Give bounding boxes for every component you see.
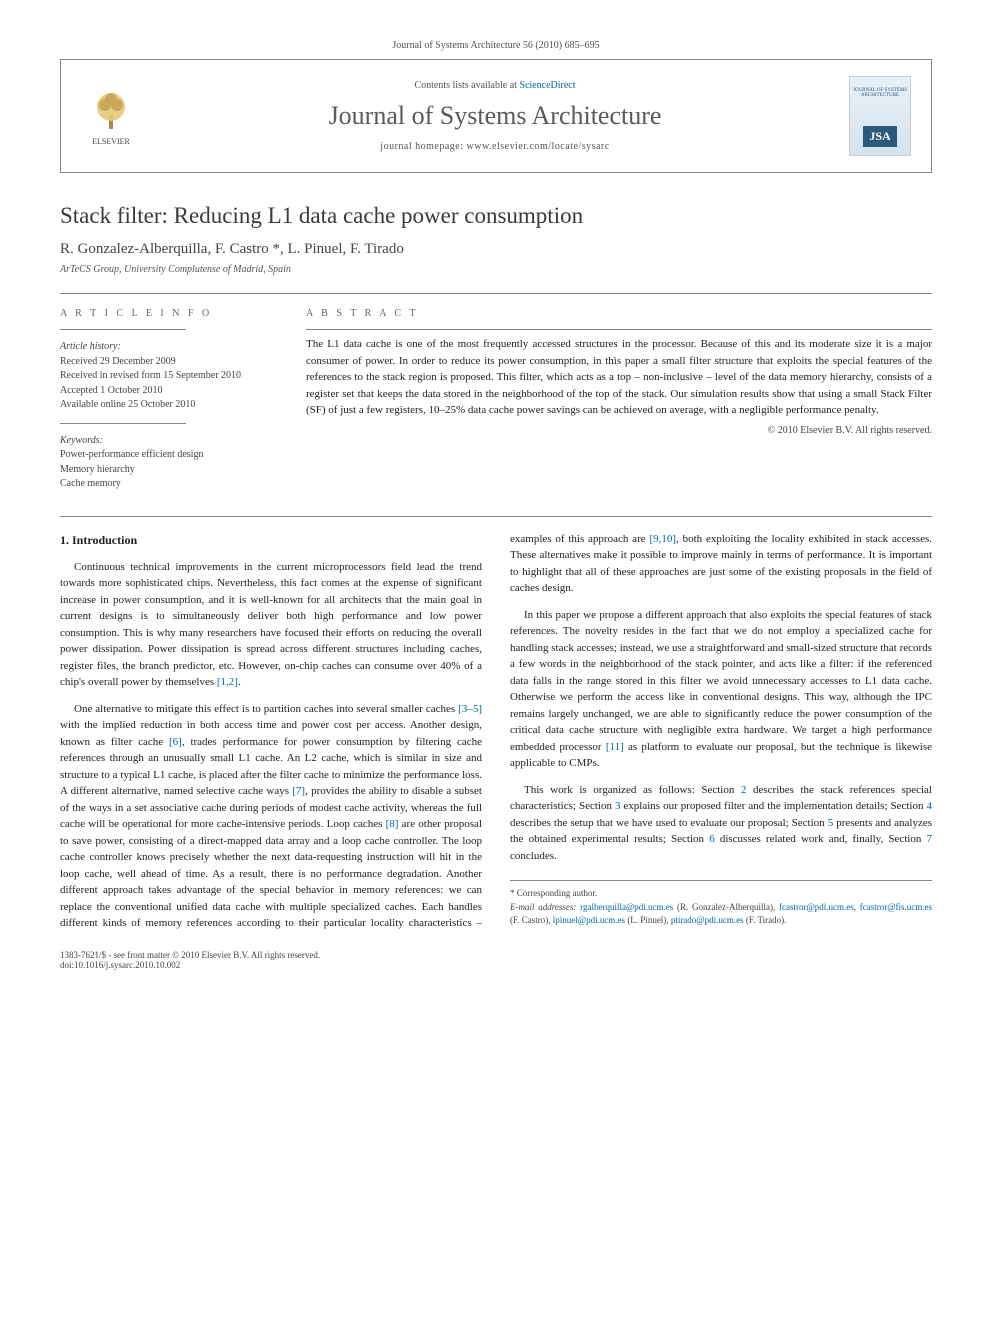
elsevier-logo: ELSEVIER — [81, 86, 141, 146]
text-run: One alternative to mitigate this effect … — [74, 703, 458, 715]
ref-link[interactable]: [7] — [292, 785, 305, 797]
ref-link[interactable]: [1,2] — [217, 676, 238, 688]
section-ref-link[interactable]: 7 — [927, 833, 933, 845]
section-ref-link[interactable]: 4 — [926, 800, 932, 812]
front-matter-line: 1383-7621/$ - see front matter © 2010 El… — [60, 950, 932, 960]
keyword: Power-performance efficient design — [60, 448, 270, 463]
text-run: This work is organized as follows: Secti… — [524, 784, 741, 796]
doi-line: doi:10.1016/j.sysarc.2010.10.002 — [60, 960, 932, 970]
divider — [60, 293, 932, 294]
section-heading: 1. Introduction — [60, 531, 482, 549]
abstract-heading: A B S T R A C T — [306, 308, 932, 319]
abstract-text: The L1 data cache is one of the most fre… — [306, 336, 932, 419]
email-addresses: E-mail addresses: rgalberquilla@pdi.ucm.… — [510, 901, 932, 928]
journal-cover-thumb: JOURNAL OF SYSTEMS ARCHITECTURE JSA — [849, 76, 911, 156]
corresponding-author: * Corresponding author. — [510, 887, 932, 901]
homepage-prefix: journal homepage: — [380, 141, 466, 152]
journal-title: Journal of Systems Architecture — [161, 101, 829, 131]
ref-link[interactable]: [3–5] — [458, 703, 482, 715]
thumb-badge: JSA — [863, 126, 896, 147]
email-label: E-mail addresses: — [510, 902, 576, 912]
paragraph: This work is organized as follows: Secti… — [510, 782, 932, 865]
keyword: Cache memory — [60, 477, 270, 492]
text-run: discusses related work and, finally, Sec… — [715, 833, 927, 845]
abstract-copyright: © 2010 Elsevier B.V. All rights reserved… — [306, 425, 932, 436]
ref-link[interactable]: [8] — [386, 818, 399, 830]
elsevier-label: ELSEVIER — [92, 137, 130, 146]
paragraph: Continuous technical improvements in the… — [60, 559, 482, 691]
article-info: A R T I C L E I N F O Article history: R… — [60, 308, 270, 492]
text-run: explains our proposed filter and the imp… — [620, 800, 926, 812]
email-link[interactable]: fcastror@fis.ucm.es — [860, 902, 932, 912]
ref-link[interactable]: [11] — [606, 741, 624, 753]
email-link[interactable]: ptirado@pdi.ucm.es — [671, 915, 744, 925]
homepage-url: www.elsevier.com/locate/sysarc — [467, 141, 610, 152]
contents-line: Contents lists available at ScienceDirec… — [161, 80, 829, 91]
email-link[interactable]: rgalberquilla@pdi.ucm.es — [580, 902, 673, 912]
text-run: Continuous technical improvements in the… — [60, 561, 482, 689]
ref-link[interactable]: [6] — [169, 736, 182, 748]
text-run: concludes. — [510, 850, 557, 862]
history-line: Available online 25 October 2010 — [60, 398, 270, 413]
abstract-column: A B S T R A C T The L1 data cache is one… — [306, 308, 932, 492]
keywords-label: Keywords: — [60, 434, 270, 449]
sciencedirect-link[interactable]: ScienceDirect — [519, 80, 575, 91]
text-run: In this paper we propose a different app… — [510, 609, 932, 753]
journal-homepage: journal homepage: www.elsevier.com/locat… — [161, 141, 829, 152]
elsevier-tree-icon — [87, 87, 135, 135]
paper-title: Stack filter: Reducing L1 data cache pow… — [60, 203, 932, 229]
divider — [60, 516, 932, 517]
text-run: . — [238, 676, 241, 688]
divider — [60, 423, 186, 424]
divider — [306, 329, 932, 330]
author-list: R. Gonzalez-Alberquilla, F. Castro *, L.… — [60, 241, 932, 258]
footnote-block: * Corresponding author. E-mail addresses… — [510, 880, 932, 928]
journal-header: ELSEVIER Contents lists available at Sci… — [60, 59, 932, 173]
ref-link[interactable]: [9,10] — [649, 533, 676, 545]
divider — [60, 329, 186, 330]
top-citation: Journal of Systems Architecture 56 (2010… — [60, 40, 932, 51]
history-label: Article history: — [60, 340, 270, 355]
keyword: Memory hierarchy — [60, 463, 270, 478]
contents-prefix: Contents lists available at — [414, 80, 519, 91]
history-line: Received 29 December 2009 — [60, 355, 270, 370]
text-run: describes the setup that we have used to… — [510, 817, 828, 829]
email-link[interactable]: lpinuel@pdi.ucm.es — [553, 915, 625, 925]
history-line: Accepted 1 October 2010 — [60, 384, 270, 399]
paragraph: In this paper we propose a different app… — [510, 607, 932, 772]
affiliation: ArTeCS Group, University Complutense of … — [60, 264, 932, 275]
thumb-title: JOURNAL OF SYSTEMS ARCHITECTURE — [850, 86, 910, 100]
page-footer: 1383-7621/$ - see front matter © 2010 El… — [60, 950, 932, 970]
history-line: Received in revised form 15 September 20… — [60, 369, 270, 384]
body-text: 1. Introduction Continuous technical imp… — [60, 531, 932, 932]
article-info-heading: A R T I C L E I N F O — [60, 308, 270, 319]
email-link[interactable]: fcastror@pdi.ucm.es — [779, 902, 854, 912]
